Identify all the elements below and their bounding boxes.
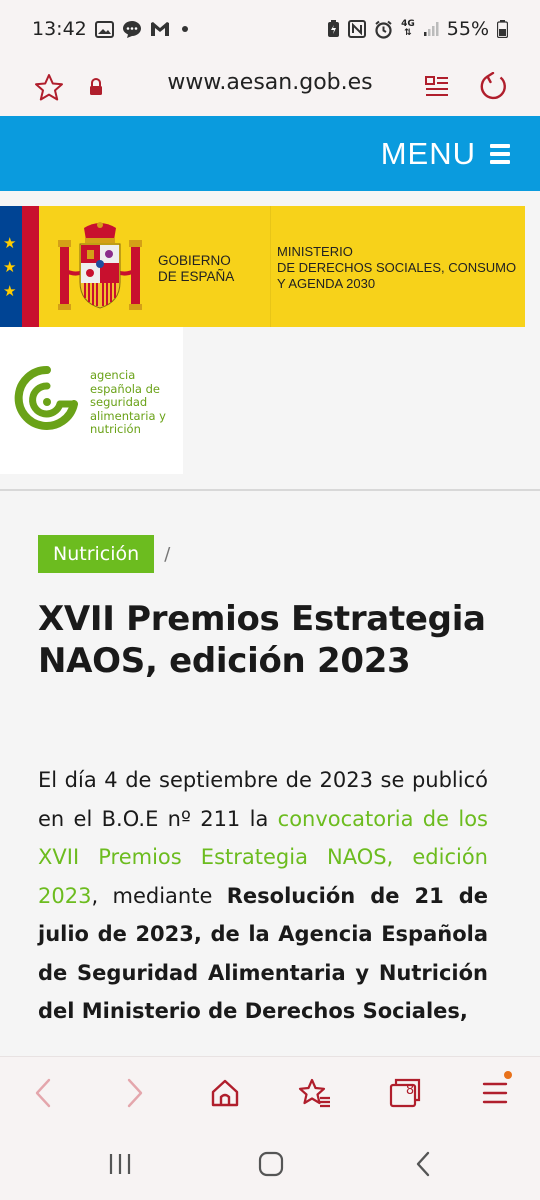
divider [0, 489, 540, 491]
back-icon[interactable] [16, 1057, 70, 1129]
url-text: www.aesan.gob.es [167, 70, 373, 95]
ministerio-label: MINISTERIO DE DERECHOS SOCIALES, CONSUMO… [277, 244, 517, 291]
status-bar: 13:42 4G ⇅ 55% [0, 0, 540, 58]
menu-label: MENU [380, 135, 476, 171]
spain-flag-stripe [22, 206, 39, 327]
system-back-icon[interactable] [396, 1128, 450, 1200]
alarm-icon [374, 20, 393, 39]
menu-icon[interactable] [468, 1057, 522, 1129]
browser-toolbar: 8 [0, 1056, 540, 1128]
breadcrumb-separator: / [164, 543, 171, 565]
article-mid-text: , mediante [91, 883, 227, 908]
tab-count: 8 [405, 1083, 415, 1098]
network-type-icon: 4G ⇅ [401, 19, 415, 38]
notification-dot [504, 1071, 512, 1079]
site-header: MENU [0, 116, 540, 191]
eu-flag-icon: ★ ★ ★ [0, 206, 22, 327]
status-time: 13:42 [32, 18, 87, 40]
reload-icon[interactable] [474, 66, 512, 108]
gmail-icon [150, 21, 170, 37]
hamburger-icon [490, 143, 510, 164]
forward-icon[interactable] [108, 1057, 162, 1129]
signal-icon [423, 21, 439, 37]
chat-icon [122, 20, 142, 39]
address-bar[interactable]: www.aesan.gob.es [0, 58, 540, 116]
tabs-icon[interactable]: 8 [378, 1057, 432, 1129]
recent-apps-icon[interactable] [93, 1128, 147, 1200]
bookmarks-icon[interactable] [288, 1057, 342, 1129]
agency-logo[interactable]: agencia española de seguridad alimentari… [0, 327, 183, 474]
gallery-icon [94, 20, 114, 38]
reader-mode-icon[interactable] [420, 68, 454, 106]
more-notifications-icon [181, 26, 188, 32]
home-icon[interactable] [198, 1057, 252, 1129]
coat-of-arms-icon [58, 222, 142, 310]
gobierno-de-espana-label: GOBIERNO DE ESPAÑA [158, 253, 235, 284]
battery-saver-icon [327, 20, 340, 38]
article-body: El día 4 de septiembre de 2023 se public… [38, 761, 488, 1031]
breadcrumb: Nutrición / [38, 535, 170, 573]
battery-icon [497, 20, 508, 38]
agency-name-label: agencia española de seguridad alimentari… [90, 368, 166, 436]
aesan-logo-icon [14, 365, 78, 430]
home-button-icon[interactable] [244, 1128, 298, 1200]
breadcrumb-nutricion-link[interactable]: Nutrición [38, 535, 155, 573]
menu-button[interactable]: MENU [381, 116, 510, 191]
page: 13:42 4G ⇅ 55% www.aesan.gob.es MENU ★ ★… [0, 0, 540, 1200]
page-title: XVII Premios Estrategia NAOS, edición 20… [38, 599, 486, 681]
government-banner[interactable]: ★ ★ ★ GOBIERNO DE ESPAÑA MINISTERIO DE D… [0, 206, 525, 327]
battery-percent: 55% [446, 18, 489, 40]
bookmark-star-icon[interactable] [32, 68, 66, 106]
system-navigation-bar [0, 1128, 540, 1200]
nfc-icon [348, 20, 367, 38]
lock-icon[interactable] [86, 70, 106, 104]
